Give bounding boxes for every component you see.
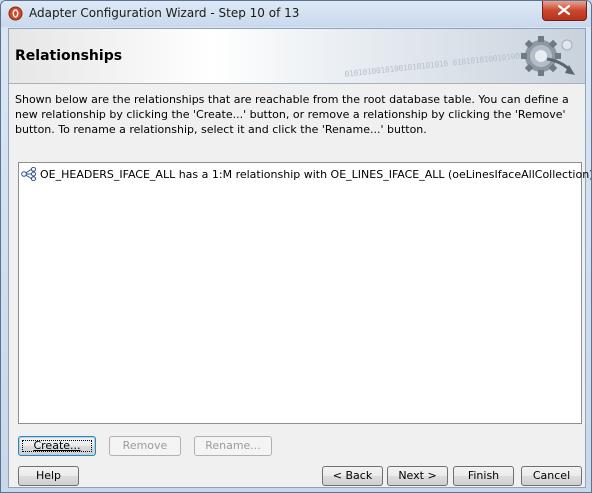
- relationship-label: OE_HEADERS_IFACE_ALL has a 1:M relations…: [40, 167, 592, 181]
- help-button[interactable]: Help: [18, 466, 79, 486]
- back-button-label: < Back: [332, 469, 373, 482]
- create-button-label: Create...: [33, 439, 81, 452]
- rename-button-label: Rename...: [205, 439, 261, 452]
- help-button-label: Help: [35, 469, 62, 482]
- relationship-icon: [21, 167, 36, 181]
- remove-button[interactable]: Remove: [109, 436, 181, 456]
- window-title: Adapter Configuration Wizard - Step 10 o…: [29, 6, 300, 20]
- page-description: Shown below are the relationships that a…: [15, 93, 569, 136]
- header-banner: Relationships 01010100101001010101010 01…: [9, 29, 585, 84]
- finish-button[interactable]: Finish: [453, 466, 514, 486]
- remove-button-label: Remove: [122, 439, 168, 452]
- cancel-button-label: Cancel: [532, 469, 571, 482]
- close-button[interactable]: [542, 1, 587, 21]
- create-button[interactable]: Create...: [18, 436, 96, 456]
- oracle-app-icon: [8, 6, 23, 21]
- cancel-button[interactable]: Cancel: [521, 466, 582, 486]
- back-button[interactable]: < Back: [322, 466, 383, 486]
- gear-wizard-icon: [521, 36, 575, 76]
- finish-button-label: Finish: [467, 469, 500, 482]
- relationships-list[interactable]: OE_HEADERS_IFACE_ALL has a 1:M relations…: [18, 162, 591, 424]
- wizard-content: Relationships 01010100101001010101010 01…: [8, 28, 591, 488]
- wizard-window: Adapter Configuration Wizard - Step 10 o…: [0, 0, 592, 493]
- page-title: Relationships: [15, 48, 123, 64]
- next-button[interactable]: Next >: [387, 466, 448, 486]
- rename-button[interactable]: Rename...: [194, 436, 272, 456]
- next-button-label: Next >: [398, 469, 437, 482]
- title-bar[interactable]: Adapter Configuration Wizard - Step 10 o…: [1, 1, 591, 27]
- list-item[interactable]: OE_HEADERS_IFACE_ALL has a 1:M relations…: [21, 166, 592, 182]
- close-icon: [558, 5, 570, 15]
